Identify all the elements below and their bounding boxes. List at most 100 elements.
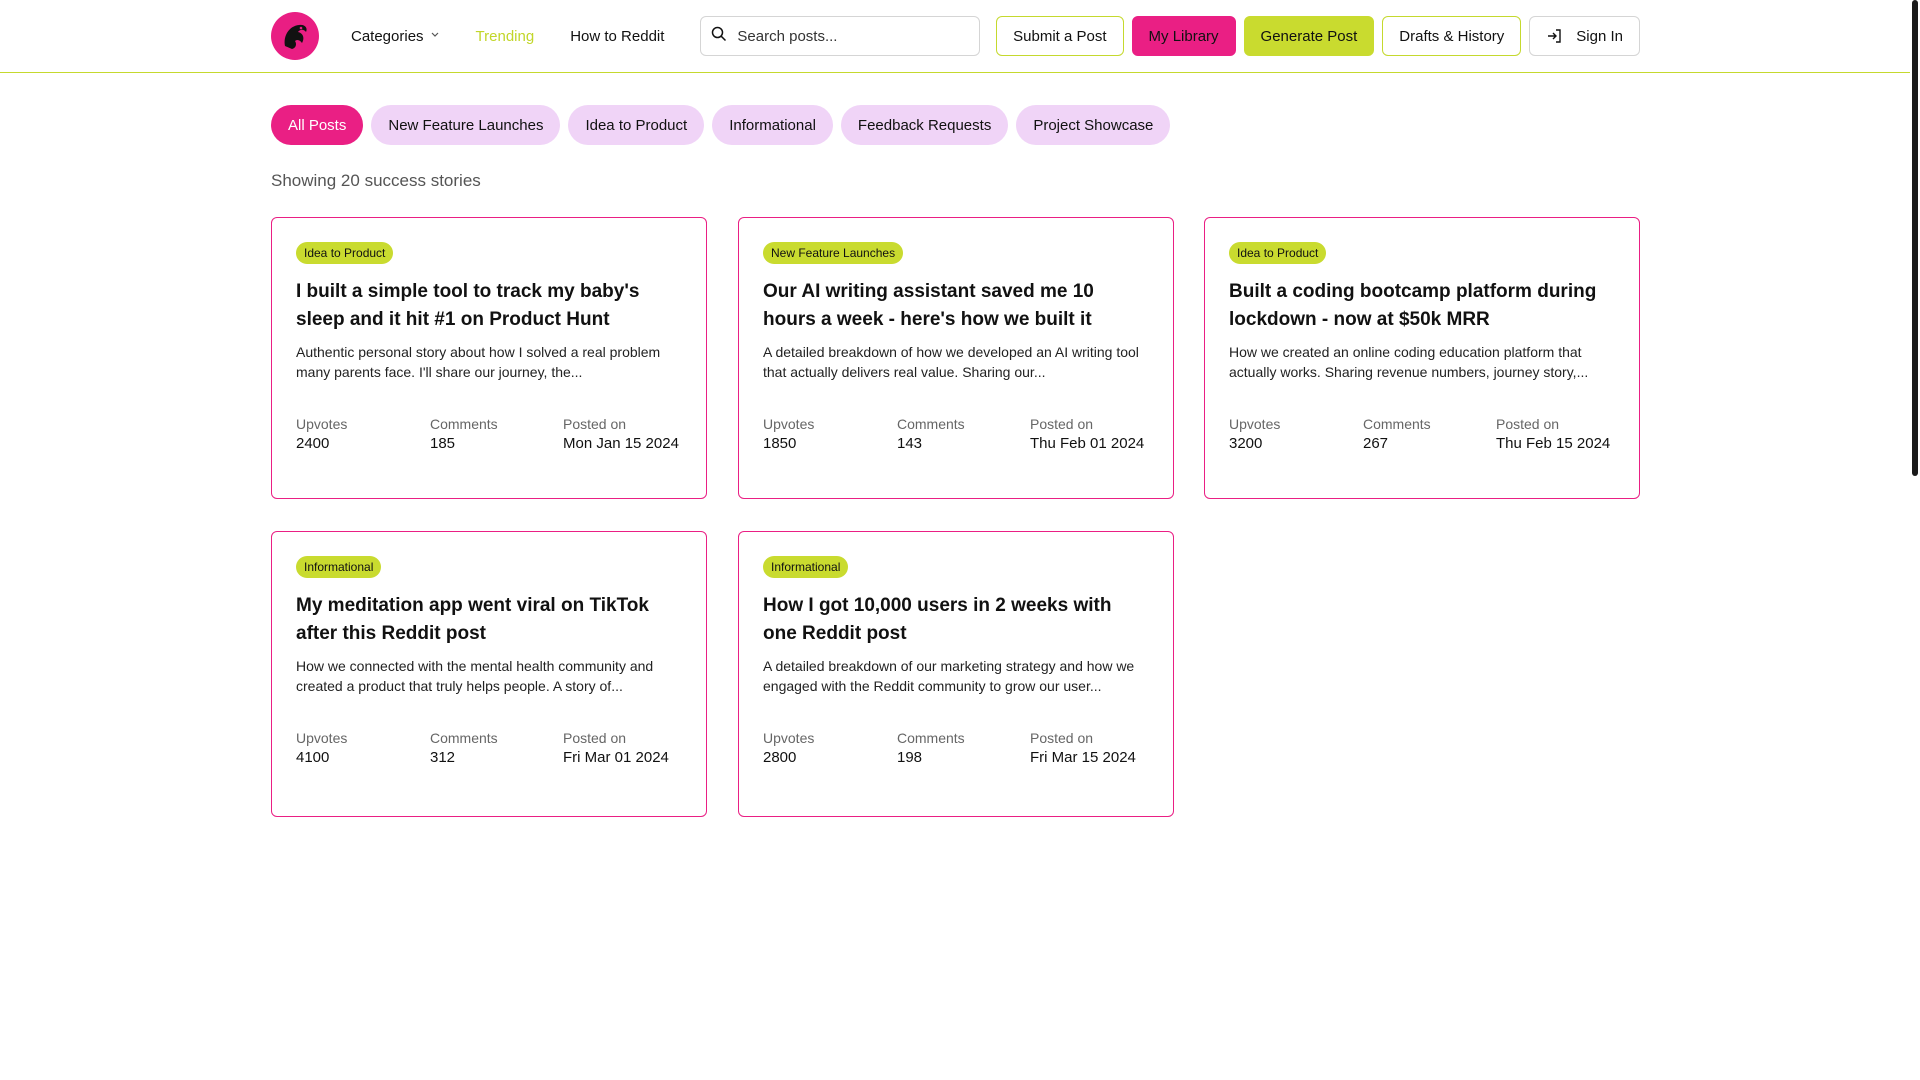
post-description: How we created an online coding educatio…	[1229, 344, 1589, 380]
post-stats: Upvotes 4100 Comments 312 Posted on Fri …	[296, 728, 682, 768]
post-stats: Upvotes 1850 Comments 143 Posted on Thu …	[763, 414, 1149, 454]
posted-value: Fri Mar 01 2024	[563, 749, 669, 766]
bird-logo-icon[interactable]	[271, 12, 319, 60]
category-badge: Informational	[763, 556, 849, 578]
post-card[interactable]: Idea to Product I built a simple tool to…	[271, 217, 707, 499]
comments-value: 312	[430, 749, 456, 766]
drafts-history-button[interactable]: Drafts & History	[1382, 16, 1522, 56]
upvotes-label: Upvotes	[1229, 416, 1281, 432]
my-library-button[interactable]: My Library	[1131, 16, 1236, 56]
comments-stat: Comments 267	[1363, 414, 1496, 454]
posted-stat: Posted on Thu Feb 01 2024	[1030, 414, 1144, 454]
post-card[interactable]: Idea to Product Built a coding bootcamp …	[1204, 217, 1640, 499]
post-card[interactable]: Informational My meditation app went vir…	[271, 531, 707, 817]
upvotes-label: Upvotes	[763, 730, 815, 746]
post-description: How we connected with the mental health …	[296, 658, 654, 694]
post-title[interactable]: Our AI writing assistant saved me 10 hou…	[763, 278, 1149, 334]
category-filters: All Posts New Feature Launches Idea to P…	[271, 105, 1178, 145]
post-title[interactable]: My meditation app went viral on TikTok a…	[296, 592, 682, 648]
filter-feedback-requests[interactable]: Feedback Requests	[840, 105, 1009, 145]
submit-post-button[interactable]: Submit a Post	[996, 16, 1124, 56]
comments-stat: Comments 312	[430, 728, 563, 768]
nav-trending[interactable]: Trending	[476, 28, 535, 45]
comments-value: 267	[1363, 435, 1389, 452]
upvotes-label: Upvotes	[296, 730, 348, 746]
upvotes-value: 4100	[296, 749, 330, 766]
filter-new-feature-launches[interactable]: New Feature Launches	[371, 105, 561, 145]
main-nav: Categories Trending How to Reddit	[351, 28, 700, 45]
comments-value: 185	[430, 435, 456, 452]
results-count: Showing 20 success stories	[271, 171, 481, 190]
filter-informational[interactable]: Informational	[712, 105, 833, 145]
posted-value: Thu Feb 15 2024	[1496, 435, 1611, 452]
top-header: Categories Trending How to Reddit Submit…	[0, 0, 1910, 73]
search-icon	[711, 26, 727, 47]
category-badge: Informational	[296, 556, 382, 578]
generate-post-button[interactable]: Generate Post	[1243, 16, 1375, 56]
upvotes-label: Upvotes	[296, 416, 348, 432]
comments-stat: Comments 198	[897, 728, 1030, 768]
comments-value: 143	[897, 435, 923, 452]
category-badge: Idea to Product	[296, 242, 394, 264]
posted-value: Thu Feb 01 2024	[1030, 435, 1145, 452]
posted-label: Posted on	[1030, 730, 1094, 746]
chevron-down-icon	[430, 26, 440, 43]
sign-in-icon	[1546, 28, 1562, 44]
page-scrollbar[interactable]	[1910, 0, 1920, 1080]
category-badge: New Feature Launches	[763, 242, 904, 264]
search-input[interactable]	[737, 27, 978, 45]
post-stats: Upvotes 3200 Comments 267 Posted on Thu …	[1229, 414, 1615, 454]
posted-stat: Posted on Thu Feb 15 2024	[1496, 414, 1610, 454]
posted-value: Fri Mar 15 2024	[1030, 749, 1136, 766]
filter-all-posts[interactable]: All Posts	[271, 105, 364, 145]
posted-label: Posted on	[1496, 416, 1560, 432]
nav-how-to-reddit[interactable]: How to Reddit	[570, 28, 664, 45]
comments-stat: Comments 185	[430, 414, 563, 454]
upvotes-value: 1850	[763, 435, 797, 452]
posted-label: Posted on	[563, 730, 627, 746]
scrollbar-thumb[interactable]	[1912, 0, 1918, 476]
upvotes-stat: Upvotes 3200	[1229, 414, 1363, 454]
comments-label: Comments	[430, 730, 498, 746]
post-stats: Upvotes 2400 Comments 185 Posted on Mon …	[296, 414, 682, 454]
category-badge: Idea to Product	[1229, 242, 1327, 264]
comments-stat: Comments 143	[897, 414, 1030, 454]
post-description: A detailed breakdown of our marketing st…	[763, 658, 1135, 694]
post-card[interactable]: New Feature Launches Our AI writing assi…	[738, 217, 1174, 499]
search-box[interactable]	[700, 16, 981, 56]
comments-label: Comments	[430, 416, 498, 432]
posted-stat: Posted on Fri Mar 15 2024	[1030, 728, 1136, 768]
post-card[interactable]: Informational How I got 10,000 users in …	[738, 531, 1174, 817]
posted-value: Mon Jan 15 2024	[563, 435, 679, 452]
upvotes-stat: Upvotes 2400	[296, 414, 430, 454]
sign-in-button[interactable]: Sign In	[1529, 16, 1640, 56]
upvotes-stat: Upvotes 2800	[763, 728, 897, 768]
comments-label: Comments	[897, 416, 965, 432]
posted-label: Posted on	[563, 416, 627, 432]
posted-label: Posted on	[1030, 416, 1094, 432]
post-title[interactable]: I built a simple tool to track my baby's…	[296, 278, 682, 334]
filter-idea-to-product[interactable]: Idea to Product	[568, 105, 705, 145]
post-title[interactable]: Built a coding bootcamp platform during …	[1229, 278, 1615, 334]
post-description: Authentic personal story about how I sol…	[296, 344, 661, 380]
upvotes-stat: Upvotes 4100	[296, 728, 430, 768]
comments-label: Comments	[1363, 416, 1431, 432]
nav-categories[interactable]: Categories	[351, 28, 440, 45]
post-title[interactable]: How I got 10,000 users in 2 weeks with o…	[763, 592, 1149, 648]
upvotes-value: 2800	[763, 749, 797, 766]
post-stats: Upvotes 2800 Comments 198 Posted on Fri …	[763, 728, 1149, 768]
header-content: Categories Trending How to Reddit Submit…	[271, 12, 1640, 60]
comments-value: 198	[897, 749, 923, 766]
page: Categories Trending How to Reddit Submit…	[0, 0, 1920, 1080]
posted-stat: Posted on Fri Mar 01 2024	[563, 728, 669, 768]
filter-project-showcase[interactable]: Project Showcase	[1016, 105, 1171, 145]
comments-label: Comments	[897, 730, 965, 746]
posted-stat: Posted on Mon Jan 15 2024	[563, 414, 679, 454]
sign-in-label: Sign In	[1576, 27, 1623, 45]
upvotes-value: 2400	[296, 435, 330, 452]
post-description: A detailed breakdown of how we developed…	[763, 344, 1139, 380]
header-actions: Submit a Post My Library Generate Post D…	[996, 16, 1640, 56]
nav-categories-label: Categories	[351, 27, 424, 45]
upvotes-stat: Upvotes 1850	[763, 414, 897, 454]
upvotes-label: Upvotes	[763, 416, 815, 432]
